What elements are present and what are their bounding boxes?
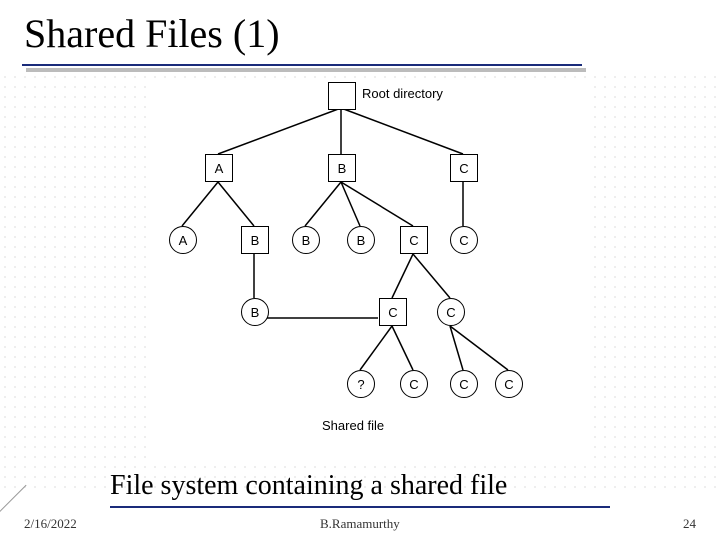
title-underline (22, 64, 582, 66)
node-c4a: C (400, 370, 428, 398)
node-c4b: C (450, 370, 478, 398)
node-a1: A (205, 154, 233, 182)
subtitle-underline (110, 506, 610, 508)
node-c1: C (450, 154, 478, 182)
title-underline-shadow (26, 68, 586, 72)
node-c3b: C (437, 298, 465, 326)
node-c2b: C (450, 226, 478, 254)
node-b2c: B (347, 226, 375, 254)
node-q: ? (347, 370, 375, 398)
node-c3a: C (379, 298, 407, 326)
node-b2b: B (292, 226, 320, 254)
tree-edges (150, 78, 590, 458)
node-b1: B (328, 154, 356, 182)
footer-page-number: 24 (683, 516, 696, 532)
shared-file-label: Shared file (322, 418, 384, 433)
root-directory-label: Root directory (362, 86, 443, 101)
slide-subtitle: File system containing a shared file (110, 470, 507, 502)
node-c4c: C (495, 370, 523, 398)
footer-author: B.Ramamurthy (320, 516, 400, 532)
node-b2a: B (241, 226, 269, 254)
node-b3: B (241, 298, 269, 326)
tree-diagram: Root directory A B C A B B B C C B C C ?… (150, 78, 590, 458)
node-a2: A (169, 226, 197, 254)
slide-title: Shared Files (1) (24, 10, 280, 57)
footer-date: 2/16/2022 (24, 516, 77, 532)
node-c2a: C (400, 226, 428, 254)
node-root (328, 82, 356, 110)
